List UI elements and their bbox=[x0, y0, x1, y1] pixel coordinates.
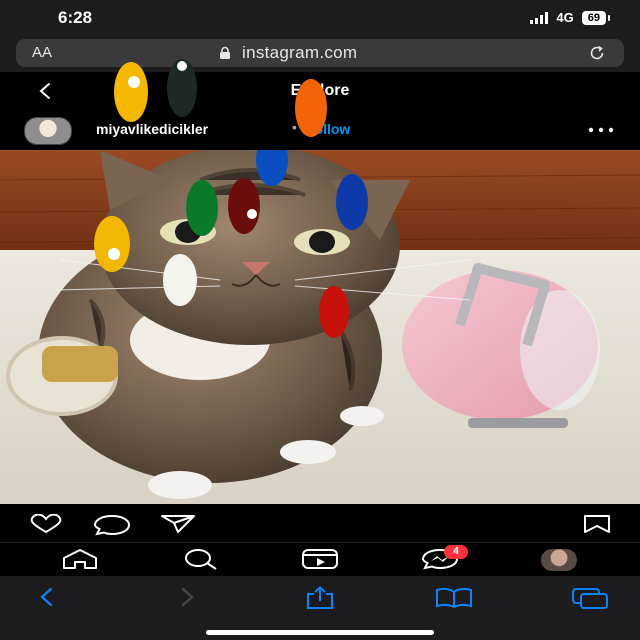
instagram-nav: 4 bbox=[0, 542, 640, 577]
home-indicator[interactable] bbox=[206, 630, 434, 635]
network-type: 4G bbox=[556, 10, 574, 25]
safari-back-icon[interactable] bbox=[36, 586, 58, 608]
share-icon[interactable] bbox=[160, 514, 196, 534]
like-icon[interactable] bbox=[26, 514, 66, 534]
save-icon[interactable] bbox=[582, 514, 612, 534]
notification-badge: 4 bbox=[444, 545, 468, 559]
safari-toolbar bbox=[0, 576, 640, 640]
battery-level: 69 bbox=[587, 11, 600, 24]
search-icon[interactable] bbox=[180, 548, 220, 570]
post-action-bar bbox=[0, 504, 640, 542]
safari-forward-icon[interactable] bbox=[176, 586, 198, 608]
safari-tabs-icon[interactable] bbox=[570, 586, 610, 610]
battery-icon: 69 bbox=[581, 10, 611, 25]
home-icon[interactable] bbox=[60, 548, 100, 570]
status-time: 6:28 bbox=[58, 8, 93, 27]
safari-share-icon[interactable] bbox=[304, 586, 336, 610]
post-image[interactable] bbox=[0, 150, 640, 504]
safari-bookmarks-icon[interactable] bbox=[434, 586, 474, 608]
ar-filter-balls-top bbox=[114, 59, 327, 137]
signal-icon bbox=[530, 11, 549, 24]
status-bar: 6:28 4G 69 bbox=[0, 0, 640, 36]
comment-icon[interactable] bbox=[92, 514, 132, 536]
reels-icon[interactable] bbox=[300, 548, 340, 570]
status-indicators: 4G 69 bbox=[530, 10, 611, 25]
profile-avatar[interactable] bbox=[541, 549, 577, 571]
